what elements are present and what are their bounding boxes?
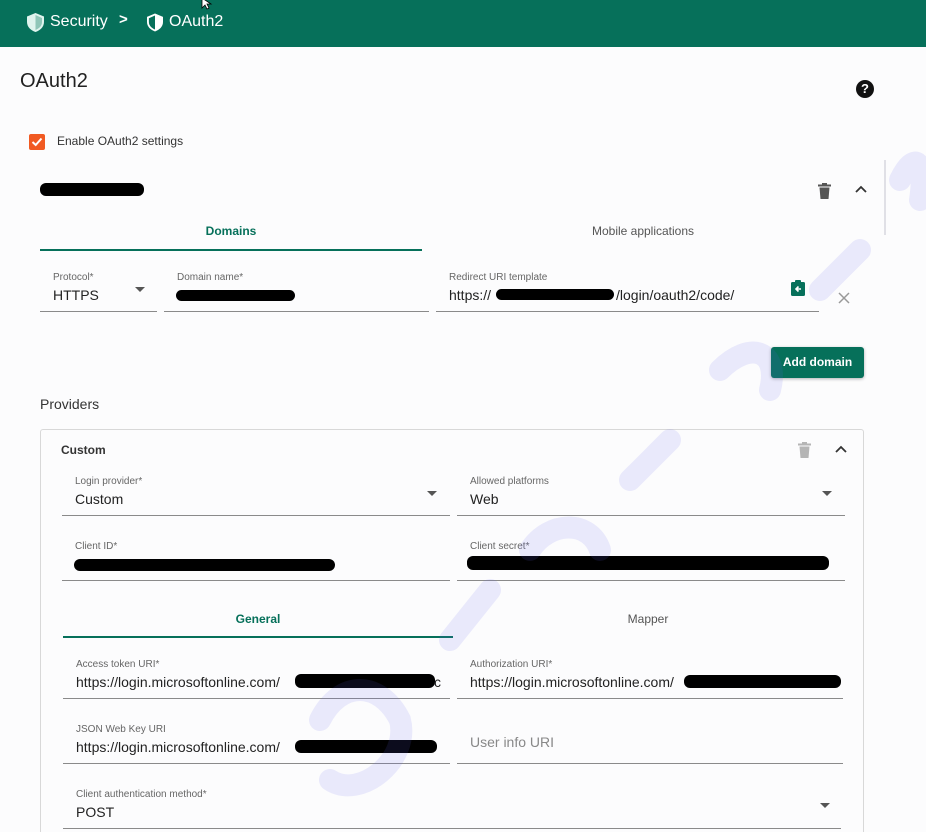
tab-mapper[interactable]: Mapper	[453, 612, 843, 626]
client-id-field[interactable]: Client ID*	[62, 535, 450, 581]
shield-icon	[27, 12, 44, 32]
page-title: OAuth2	[20, 70, 88, 92]
allowed-platforms-select[interactable]: Allowed platforms Web	[457, 470, 845, 516]
jwk-uri-field[interactable]: JSON Web Key URI https://login.microsoft…	[63, 718, 450, 764]
scrollbar[interactable]	[884, 160, 886, 235]
chevron-down-icon	[427, 491, 437, 496]
redirect-uri-suffix: /login/oauth2/code/	[616, 287, 735, 303]
redacted-client-id	[74, 559, 335, 571]
redacted-domain-title	[40, 183, 144, 196]
enable-oauth2-label: Enable OAuth2 settings	[57, 134, 184, 148]
delete-domain-icon[interactable]	[818, 183, 831, 199]
client-secret-label: Client secret*	[470, 541, 530, 552]
redacted-authorization-uri	[684, 675, 841, 688]
allowed-platforms-value: Web	[470, 491, 499, 507]
chevron-down-icon	[135, 287, 145, 292]
redacted-jwk-uri	[295, 740, 437, 753]
access-token-uri-field[interactable]: Access token URI* https://login.microsof…	[63, 653, 450, 699]
login-provider-value: Custom	[75, 491, 124, 507]
client-id-label: Client ID*	[75, 541, 118, 552]
domain-name-label: Domain name*	[177, 272, 244, 283]
redirect-uri-prefix: https://	[449, 287, 492, 303]
access-token-uri-label: Access token URI*	[76, 659, 160, 670]
domain-name-field[interactable]: Domain name*	[164, 266, 429, 312]
redirect-uri-field[interactable]: Redirect URI template https:// /login/oa…	[436, 266, 819, 312]
close-icon[interactable]	[838, 292, 850, 304]
protocol-value: HTTPS	[53, 287, 99, 303]
chevron-down-icon	[822, 491, 832, 496]
check-icon	[31, 137, 43, 147]
tab-domains-indicator	[40, 249, 422, 251]
breadcrumb-separator: >	[119, 11, 128, 28]
redacted-client-secret	[467, 556, 829, 570]
provider-card-title: Custom	[61, 443, 106, 457]
authorization-uri-field[interactable]: Authorization URI* https://login.microso…	[457, 653, 843, 699]
cursor-icon	[201, 0, 213, 10]
login-provider-select[interactable]: Login provider* Custom	[62, 470, 450, 516]
tab-domains[interactable]: Domains	[40, 224, 422, 238]
protocol-select[interactable]: Protocol* HTTPS	[40, 266, 157, 312]
authorization-uri-value: https://login.microsoftonline.com/	[470, 674, 674, 690]
copy-icon[interactable]	[791, 280, 805, 296]
redirect-uri-label: Redirect URI template	[449, 272, 548, 283]
user-info-uri-field[interactable]: User info URI	[457, 718, 843, 764]
delete-provider-icon[interactable]	[798, 442, 811, 458]
redacted-redirect-host	[496, 289, 614, 300]
redacted-domain-name	[176, 290, 295, 301]
breadcrumb-item-oauth2[interactable]: OAuth2	[147, 11, 223, 33]
provider-card: Custom Login provider* Custom Allowed pl…	[40, 429, 864, 832]
user-info-uri-placeholder: User info URI	[470, 734, 555, 750]
help-icon[interactable]: ?	[856, 80, 874, 98]
breadcrumb-label: Security	[50, 13, 108, 30]
login-provider-label: Login provider*	[75, 476, 143, 487]
chevron-down-icon	[820, 803, 830, 808]
shield-icon	[147, 13, 163, 31]
add-domain-button[interactable]: Add domain	[771, 347, 864, 378]
authorization-uri-label: Authorization URI*	[470, 659, 553, 670]
breadcrumb-item-security[interactable]: Security	[27, 11, 108, 33]
access-token-uri-tail: c	[434, 674, 441, 690]
enable-oauth2-checkbox[interactable]	[29, 134, 45, 150]
access-token-uri-value: https://login.microsoftonline.com/	[76, 674, 280, 690]
allowed-platforms-label: Allowed platforms	[470, 476, 549, 487]
collapse-provider-icon[interactable]	[835, 445, 847, 453]
breadcrumb-label: OAuth2	[169, 13, 224, 30]
protocol-label: Protocol*	[53, 272, 94, 283]
jwk-uri-label: JSON Web Key URI	[76, 724, 166, 735]
providers-title: Providers	[40, 396, 100, 412]
client-secret-field[interactable]: Client secret*	[457, 535, 845, 581]
client-auth-method-label: Client authentication method*	[76, 789, 207, 800]
client-auth-method-value: POST	[76, 804, 115, 820]
jwk-uri-value: https://login.microsoftonline.com/	[76, 739, 280, 755]
top-bar: Security > OAuth2	[0, 0, 926, 47]
collapse-domain-icon[interactable]	[855, 185, 867, 193]
client-auth-method-select[interactable]: Client authentication method* POST	[63, 783, 841, 829]
redacted-access-token-uri	[295, 674, 435, 688]
tab-general[interactable]: General	[63, 612, 453, 626]
tab-mobile-applications[interactable]: Mobile applications	[452, 224, 834, 238]
tab-general-indicator	[63, 636, 453, 638]
